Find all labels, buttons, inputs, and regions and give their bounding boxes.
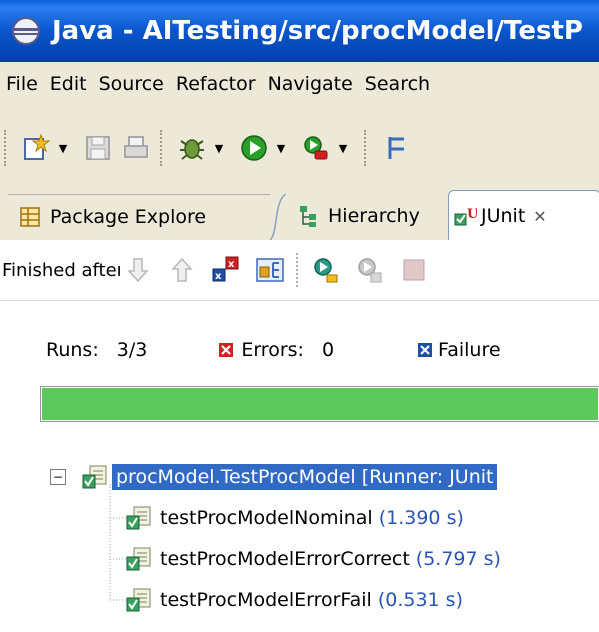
test-name: testProcModelErrorFail <box>160 589 372 611</box>
test-counters: Runs: 3/3 Errors: 0 Failure <box>0 324 599 376</box>
hierarchy-icon <box>300 206 316 227</box>
test-time: (1.390 s) <box>378 507 464 529</box>
debug-button[interactable] <box>174 130 210 166</box>
collapse-toggle[interactable]: − <box>50 469 66 485</box>
tab-junit-label: JUnit <box>481 205 526 227</box>
test-time: (0.531 s) <box>377 589 463 611</box>
menu-edit[interactable]: Edit <box>44 73 93 95</box>
next-failure-button[interactable] <box>120 252 156 288</box>
show-failures-only-button[interactable]: x x <box>208 252 244 288</box>
rerun-failed-button[interactable] <box>352 252 388 288</box>
svg-text:U: U <box>467 207 477 222</box>
toolbar-grip-3[interactable] <box>364 130 370 166</box>
window-title-bar: Java - AITesting/src/procModel/TestP <box>0 0 599 62</box>
debug-dropdown[interactable]: ▼ <box>212 130 226 166</box>
test-progress-bar <box>40 386 599 422</box>
save-icon <box>86 136 110 160</box>
test-tree: − procModel.TestProcModel [Runner: JUnit… <box>40 450 599 632</box>
rerun-failed-icon <box>358 258 382 283</box>
menu-search[interactable]: Search <box>359 73 436 95</box>
test-passed-icon <box>126 588 151 612</box>
test-row[interactable]: testProcModelErrorFail (0.531 s) <box>126 583 463 617</box>
toolbar-more-button[interactable] <box>378 130 414 166</box>
menu-file[interactable]: File <box>0 73 44 95</box>
test-passed-icon <box>126 547 151 571</box>
stop-icon <box>403 259 425 281</box>
toolbar-grip-2[interactable] <box>160 130 166 166</box>
test-name: testProcModelNominal <box>160 507 373 529</box>
menu-bar: File Edit Source Refactor Navigate Searc… <box>0 62 599 106</box>
previous-failure-button[interactable] <box>164 252 200 288</box>
toolbar-grip[interactable] <box>4 130 10 166</box>
svg-text:x: x <box>228 259 235 270</box>
new-wizard-button[interactable] <box>18 130 54 166</box>
finished-status: Finished after 7.7 <box>2 259 120 281</box>
run-dropdown[interactable]: ▼ <box>274 130 288 166</box>
failures-filter-icon: x x <box>212 256 239 282</box>
rerun-icon <box>314 258 338 283</box>
external-tools-dropdown[interactable]: ▼ <box>336 130 350 166</box>
tab-package-explorer-label: Package Explore <box>50 206 207 228</box>
junit-icon: U <box>454 207 477 226</box>
junit-toolbar: Finished after 7.7 x x <box>0 240 599 301</box>
save-button[interactable] <box>80 130 116 166</box>
test-suite-icon <box>82 465 107 489</box>
test-name: testProcModelErrorCorrect <box>160 548 410 570</box>
debug-icon <box>180 139 204 160</box>
print-button[interactable] <box>118 130 154 166</box>
test-row[interactable]: testProcModelNominal (1.390 s) <box>126 501 464 535</box>
window-title: Java - AITesting/src/procModel/TestP <box>52 16 583 46</box>
tab-hierarchy[interactable]: Hierarchy <box>286 194 446 238</box>
tab-divider <box>270 194 286 240</box>
menu-navigate[interactable]: Navigate <box>262 73 359 95</box>
test-row[interactable]: testProcModelErrorCorrect (5.797 s) <box>126 542 501 576</box>
svg-text:x: x <box>215 271 222 282</box>
tree-root-row[interactable]: − procModel.TestProcModel [Runner: JUnit <box>50 460 498 494</box>
errors-value: 0 <box>321 339 335 361</box>
external-tools-icon <box>304 136 328 160</box>
open-type-icon <box>388 137 404 159</box>
arrow-up-icon <box>171 257 193 282</box>
rerun-test-button[interactable] <box>308 252 344 288</box>
runs-label: Runs: <box>46 339 99 361</box>
progress-fill <box>42 388 598 420</box>
print-icon <box>124 136 148 158</box>
scroll-lock-button[interactable] <box>252 252 288 288</box>
error-icon <box>219 343 234 357</box>
failure-icon <box>418 343 433 357</box>
new-wizard-dropdown[interactable]: ▼ <box>56 130 70 166</box>
main-toolbar: ▼ ▼ ▼ ▼ <box>0 112 599 184</box>
run-button[interactable] <box>236 130 272 166</box>
menu-refactor[interactable]: Refactor <box>170 73 262 95</box>
scroll-lock-icon <box>256 258 284 282</box>
toolbar-separator <box>296 253 300 287</box>
failures-label: Failure <box>438 339 501 361</box>
stop-button[interactable] <box>396 252 432 288</box>
view-tab-bar: Package Explore Hierarchy U JUnit ✕ <box>0 188 599 241</box>
external-tools-button[interactable] <box>298 130 334 166</box>
menu-source[interactable]: Source <box>93 73 170 95</box>
run-icon <box>241 135 267 161</box>
test-time: (5.797 s) <box>415 548 501 570</box>
tab-junit[interactable]: U JUnit ✕ <box>448 190 599 241</box>
tab-package-explorer[interactable]: Package Explore <box>8 194 270 239</box>
test-passed-icon <box>126 506 151 530</box>
package-explorer-icon <box>20 207 40 227</box>
test-suite-label: procModel.TestProcModel [Runner: JUnit <box>112 464 498 490</box>
new-wizard-icon <box>24 133 51 160</box>
arrow-down-icon <box>127 258 149 283</box>
errors-label: Errors: <box>241 339 304 361</box>
runs-value: 3/3 <box>116 339 148 361</box>
tab-hierarchy-label: Hierarchy <box>328 205 420 227</box>
close-icon[interactable]: ✕ <box>533 207 546 226</box>
java-perspective-icon <box>12 17 40 45</box>
